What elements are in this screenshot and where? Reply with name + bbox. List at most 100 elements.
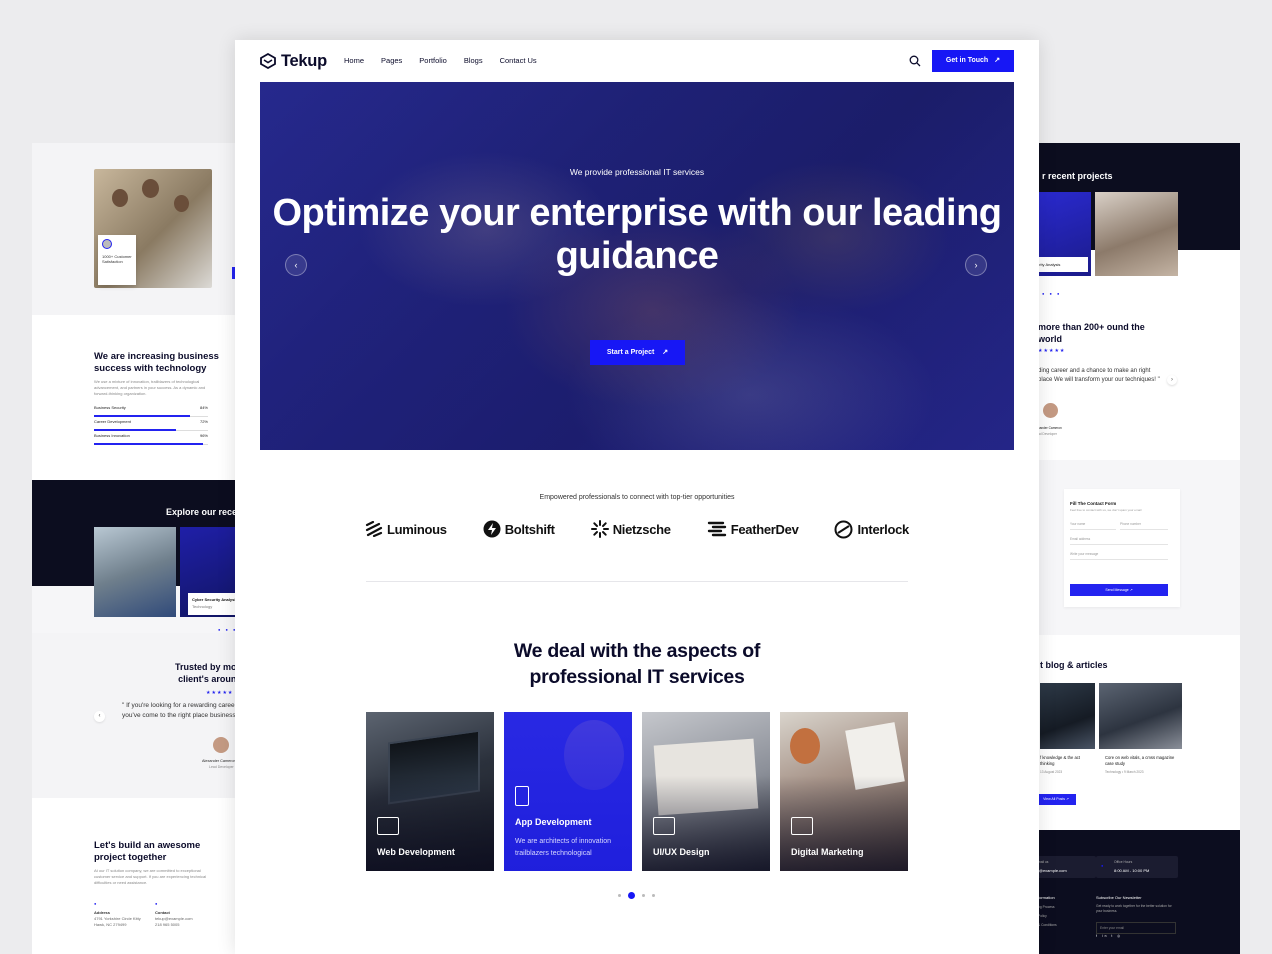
mobile-app-icon (515, 786, 529, 806)
service-label: App Development (515, 817, 592, 827)
brand-nietzsche: Nietzsche (590, 520, 671, 538)
contact-form: Fill The Contact Form Feel free to conta… (1064, 489, 1180, 607)
info-link[interactable]: Policy (1038, 914, 1047, 919)
contact-title: Let's build an awesome project together (94, 840, 201, 863)
service-description: We are architects of innovation trailbla… (515, 838, 611, 857)
search-icon[interactable] (909, 55, 921, 67)
newsletter-text: Get ready to work together for the bette… (1096, 904, 1172, 913)
service-card-web-development[interactable]: Web Development (366, 712, 494, 871)
skills-title: We are increasing business success with … (94, 351, 219, 374)
carousel-dot[interactable] (642, 894, 645, 897)
cta-label: Get in Touch (945, 57, 989, 64)
newsletter-input[interactable]: Enter your email (1096, 922, 1176, 934)
featherdev-icon (707, 521, 726, 537)
carousel-dot-active[interactable] (628, 892, 635, 899)
nav-contact[interactable]: Contact Us (500, 56, 537, 65)
skill-value: 84% (199, 405, 208, 410)
badge-icon (102, 239, 112, 249)
blog-post-meta: 13 August 2023 (1040, 770, 1063, 774)
skill-bar: Career Development 72% (94, 419, 208, 431)
prev-arrow-icon[interactable]: ‹ (94, 711, 105, 722)
avatar (1043, 403, 1058, 418)
testimonial-title: more than 200+ ound the world (1038, 322, 1145, 344)
send-message-button[interactable]: Send Message ↗ (1070, 584, 1168, 596)
blog-post-meta: Technology • 9 March 2023 (1105, 770, 1144, 774)
skill-label: Business Innovation (94, 433, 130, 438)
projects-title: Explore our recent (166, 507, 246, 517)
design-icon (653, 817, 675, 835)
newsletter-title: Subscribe Our Newsletter (1096, 895, 1142, 900)
nietzsche-icon (590, 520, 609, 538)
code-icon (377, 817, 399, 835)
office-value: 8:00 AM - 10:00 PM (1114, 868, 1150, 873)
service-card-ui-ux-design[interactable]: UI/UX Design (642, 712, 770, 871)
arrow-up-right-icon: ↗ (994, 57, 1001, 64)
service-card-digital-marketing[interactable]: Digital Marketing (780, 712, 908, 871)
nav-blogs[interactable]: Blogs (464, 56, 483, 65)
section-divider (366, 581, 908, 582)
brand-logos: Luminous Boltshift Nietzsche FeatherDev … (365, 519, 909, 539)
nav-pages[interactable]: Pages (381, 56, 402, 65)
carousel-dots[interactable]: ● ● ● (1042, 291, 1061, 296)
message-field[interactable]: Write your message (1070, 552, 1168, 560)
luminous-icon (365, 521, 383, 537)
office-hours-box (1096, 856, 1178, 878)
email-field[interactable]: Email address (1070, 537, 1168, 545)
info-link[interactable]: & Conditions (1038, 923, 1057, 928)
info-title: formation (1038, 895, 1055, 900)
blog-image[interactable] (1099, 683, 1182, 749)
info-link[interactable]: ng Process (1038, 905, 1055, 910)
project-image[interactable] (1095, 192, 1178, 276)
project-card[interactable]: urity Analysis (1034, 257, 1088, 272)
name-field[interactable]: Your name (1070, 522, 1116, 530)
clock-icon: ● (1101, 863, 1104, 868)
main-page-preview: Tekup Home Pages Portfolio Blogs Contact… (235, 40, 1039, 954)
skill-label: Business Security (94, 405, 126, 410)
brand-boltshift: Boltshift (483, 520, 555, 538)
blog-title: t blog & articles (1040, 660, 1108, 670)
next-arrow-icon[interactable]: › (1167, 375, 1177, 385)
navbar: Tekup Home Pages Portfolio Blogs Contact… (235, 40, 1039, 82)
address-value: 4791 Yorkshire Circle Kitty Hawk, NC 279… (94, 916, 141, 927)
hero-subtitle: We provide professional IT services (569, 167, 705, 177)
arrow-up-right-icon: ↗ (662, 349, 669, 356)
carousel-dot[interactable] (652, 894, 655, 897)
phone-field[interactable]: Phone number (1120, 522, 1168, 530)
rating-stars-icon: ★★★★★ (1038, 348, 1066, 354)
blog-post-title[interactable]: f knowledge & the act thinking (1040, 755, 1092, 767)
service-card-app-development[interactable]: App Development We are architects of inn… (504, 712, 632, 871)
skill-bar: Business Innovation 96% (94, 433, 208, 445)
carousel-dots[interactable] (618, 892, 655, 899)
interlock-icon (834, 520, 853, 538)
contact-phone[interactable]: 218 965 5005 (155, 922, 179, 928)
skills-text: We use a mixture of innovation, trailbla… (94, 379, 206, 396)
blog-post-title[interactable]: Core on web vitals, a cmss magazine case… (1105, 755, 1175, 767)
form-subtitle: Feel free to contact with us, we don't s… (1070, 508, 1142, 512)
blog-image[interactable] (1040, 683, 1095, 749)
satisfaction-badge: 1000+ Customer Satisfaction (98, 235, 136, 285)
location-icon: ● (94, 901, 97, 906)
form-title: Fill The Contact Form (1070, 501, 1117, 506)
avatar (213, 737, 229, 753)
view-all-posts-button[interactable]: View All Posts ↗ (1036, 794, 1076, 805)
get-in-touch-button[interactable]: Get in Touch ↗ (932, 50, 1014, 72)
brands-caption: Empowered professionals to connect with … (539, 494, 735, 501)
nav-home[interactable]: Home (344, 56, 364, 65)
start-project-button[interactable]: Start a Project ↗ (590, 340, 685, 365)
email-value[interactable]: l@example.com (1038, 868, 1067, 873)
hero-title: Optimize your enterprise with our leadin… (272, 192, 1002, 277)
logo[interactable]: Tekup (260, 52, 327, 70)
hero-button-label: Start a Project (606, 349, 655, 356)
project-image[interactable] (94, 527, 176, 617)
office-label: Office Hours (1114, 860, 1133, 864)
main-menu: Home Pages Portfolio Blogs Contact Us (344, 56, 537, 65)
logo-icon (260, 53, 276, 69)
social-icons[interactable]: f in t ◎ (1096, 934, 1122, 939)
service-label: Digital Marketing (791, 847, 864, 857)
service-label: Web Development (377, 847, 455, 857)
nav-portfolio[interactable]: Portfolio (419, 56, 447, 65)
brand-interlock: Interlock (834, 520, 909, 539)
boltshift-icon (483, 520, 501, 538)
carousel-dot[interactable] (618, 894, 621, 897)
services-title: We deal with the aspects of professional… (513, 640, 761, 688)
